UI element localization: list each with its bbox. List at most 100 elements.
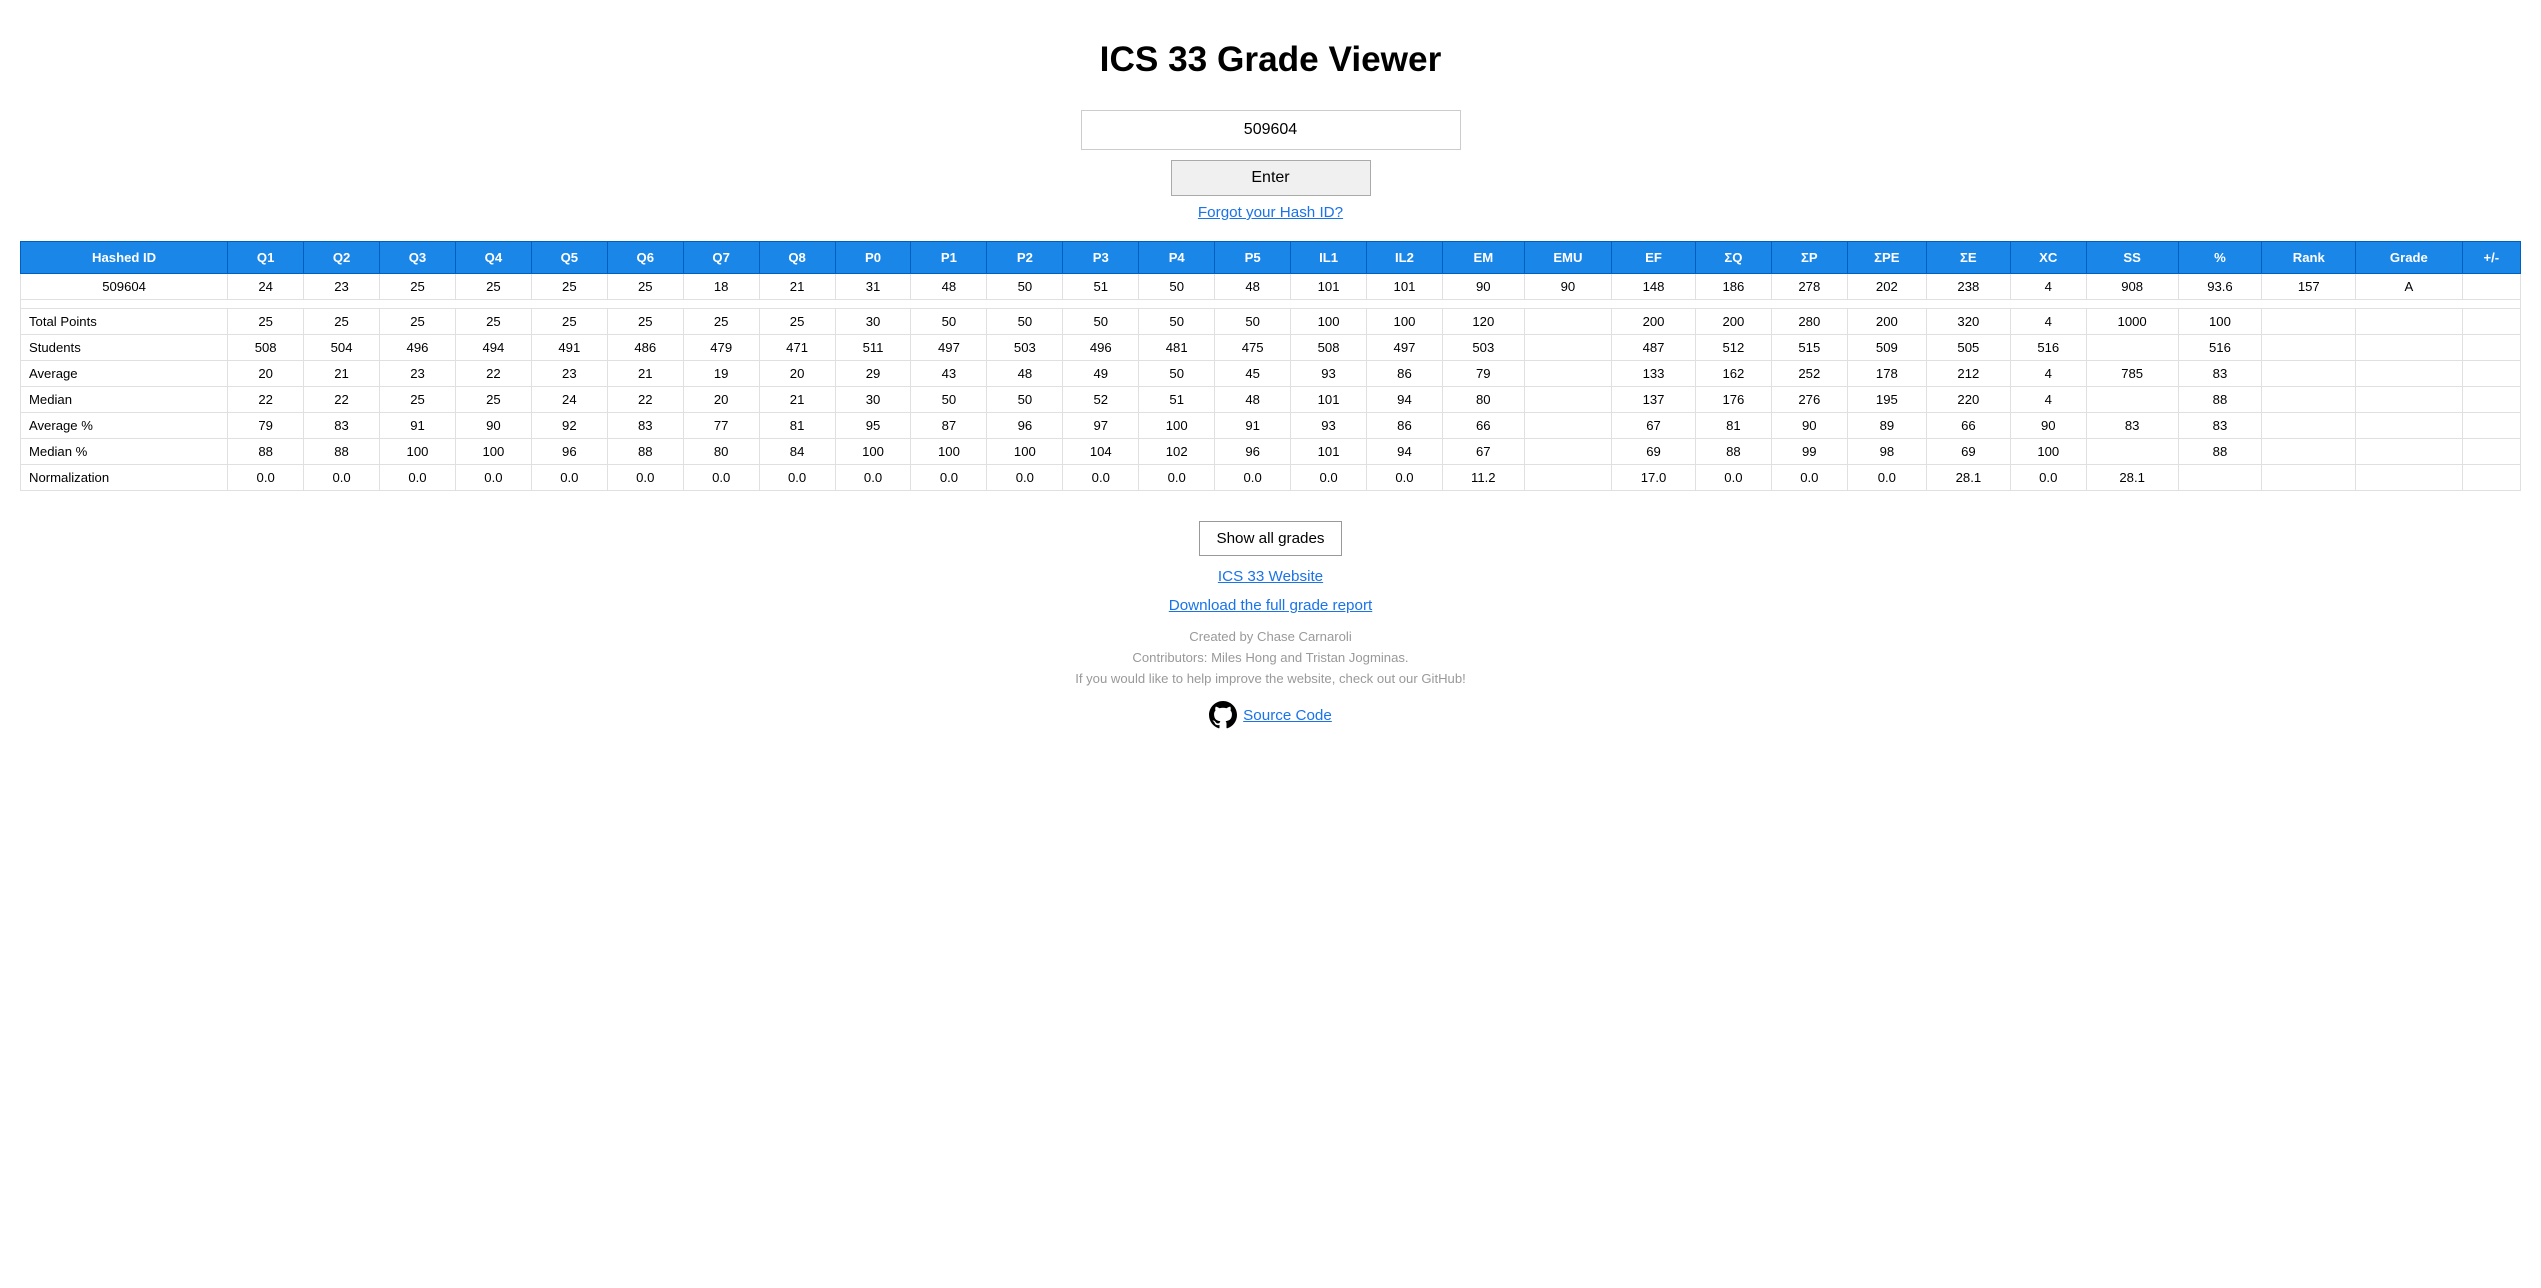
- table-cell: 43: [911, 361, 987, 387]
- table-cell: [2356, 335, 2462, 361]
- table-cell: [1524, 387, 1611, 413]
- table-cell: 28.1: [1926, 465, 2010, 491]
- table-separator-row: [21, 300, 2521, 309]
- table-cell: 83: [607, 413, 683, 439]
- table-cell: 22: [607, 387, 683, 413]
- table-cell: [2462, 413, 2520, 439]
- ics-website-link[interactable]: ICS 33 Website: [1218, 568, 1323, 585]
- table-header-cell: XC: [2010, 242, 2086, 274]
- table-cell: 102: [1139, 439, 1215, 465]
- table-cell: 48: [911, 274, 987, 300]
- table-cell: 0.0: [1215, 465, 1291, 491]
- table-cell: [2356, 387, 2462, 413]
- table-cell: 100: [380, 439, 456, 465]
- table-cell: 101: [1367, 274, 1443, 300]
- table-cell: 101: [1291, 439, 1367, 465]
- table-cell: 202: [1847, 274, 1926, 300]
- row-label: Average %: [21, 413, 228, 439]
- table-cell: 50: [1139, 274, 1215, 300]
- table-cell: 50: [987, 274, 1063, 300]
- table-cell: [1524, 439, 1611, 465]
- table-cell: 496: [1063, 335, 1139, 361]
- table-cell: 1000: [2086, 309, 2178, 335]
- table-cell: 88: [304, 439, 380, 465]
- table-cell: 30: [835, 309, 911, 335]
- table-cell: 200: [1847, 309, 1926, 335]
- table-cell: 479: [683, 335, 759, 361]
- forgot-hash-link[interactable]: Forgot your Hash ID?: [1198, 204, 1343, 221]
- table-cell: [2462, 335, 2520, 361]
- table-cell: 22: [455, 361, 531, 387]
- table-cell: 80: [683, 439, 759, 465]
- table-cell: 11.2: [1442, 465, 1524, 491]
- row-label: Median: [21, 387, 228, 413]
- table-cell: 67: [1612, 413, 1696, 439]
- enter-button[interactable]: Enter: [1171, 160, 1371, 196]
- credits-line3: If you would like to help improve the we…: [1075, 668, 1466, 689]
- table-cell: 481: [1139, 335, 1215, 361]
- table-header-cell: Grade: [2356, 242, 2462, 274]
- table-header-cell: Q1: [228, 242, 304, 274]
- table-cell: [1524, 413, 1611, 439]
- table-cell: 0.0: [911, 465, 987, 491]
- table-cell: 515: [1771, 335, 1847, 361]
- table-header-cell: P1: [911, 242, 987, 274]
- table-cell: [2086, 387, 2178, 413]
- table-header-cell: EMU: [1524, 242, 1611, 274]
- table-cell: 96: [531, 439, 607, 465]
- table-cell: 511: [835, 335, 911, 361]
- table-cell: 80: [1442, 387, 1524, 413]
- table-cell: 50: [1215, 309, 1291, 335]
- grade-table-container: Hashed IDQ1Q2Q3Q4Q5Q6Q7Q8P0P1P2P3P4P5IL1…: [20, 241, 2521, 491]
- table-cell: [2462, 465, 2520, 491]
- table-cell: [1524, 361, 1611, 387]
- table-cell: 21: [759, 274, 835, 300]
- source-code-link[interactable]: Source Code: [1243, 707, 1332, 724]
- table-cell: 24: [531, 387, 607, 413]
- table-cell: 50: [1063, 309, 1139, 335]
- table-cell: 0.0: [2010, 465, 2086, 491]
- show-all-button[interactable]: Show all grades: [1199, 521, 1341, 556]
- table-cell: 99: [1771, 439, 1847, 465]
- table-cell: 0.0: [1063, 465, 1139, 491]
- table-cell: 88: [2178, 387, 2262, 413]
- source-code-section[interactable]: Source Code: [1209, 701, 1332, 729]
- table-cell: 50: [987, 309, 1063, 335]
- table-cell: [2262, 387, 2356, 413]
- table-cell: 21: [304, 361, 380, 387]
- table-cell: 25: [531, 309, 607, 335]
- table-cell: 505: [1926, 335, 2010, 361]
- table-cell: 88: [228, 439, 304, 465]
- table-cell: 69: [1926, 439, 2010, 465]
- github-icon: [1209, 701, 1237, 729]
- table-cell: 25: [455, 309, 531, 335]
- table-header-row: Hashed IDQ1Q2Q3Q4Q5Q6Q7Q8P0P1P2P3P4P5IL1…: [21, 242, 2521, 274]
- table-cell: 67: [1442, 439, 1524, 465]
- table-cell: 25: [380, 309, 456, 335]
- table-cell: 100: [987, 439, 1063, 465]
- table-cell: 23: [304, 274, 380, 300]
- table-header-cell: ΣPE: [1847, 242, 1926, 274]
- table-row: 5096042423252525251821314850515048101101…: [21, 274, 2521, 300]
- table-cell: 509604: [21, 274, 228, 300]
- table-cell: 51: [1063, 274, 1139, 300]
- table-cell: 497: [1367, 335, 1443, 361]
- input-section: Enter Forgot your Hash ID?: [20, 110, 2521, 221]
- download-link[interactable]: Download the full grade report: [1169, 597, 1372, 614]
- hash-input[interactable]: [1081, 110, 1461, 150]
- table-cell: 88: [1695, 439, 1771, 465]
- table-cell: [2262, 465, 2356, 491]
- page-title: ICS 33 Grade Viewer: [20, 40, 2521, 80]
- table-cell: 0.0: [1695, 465, 1771, 491]
- table-cell: 51: [1139, 387, 1215, 413]
- table-header-cell: P0: [835, 242, 911, 274]
- table-cell: 908: [2086, 274, 2178, 300]
- table-cell: 79: [228, 413, 304, 439]
- table-cell: 50: [911, 387, 987, 413]
- table-cell: 49: [1063, 361, 1139, 387]
- table-cell: [2262, 335, 2356, 361]
- table-cell: 52: [1063, 387, 1139, 413]
- table-cell: 4: [2010, 361, 2086, 387]
- table-row: Normalization0.00.00.00.00.00.00.00.00.0…: [21, 465, 2521, 491]
- table-cell: 25: [455, 387, 531, 413]
